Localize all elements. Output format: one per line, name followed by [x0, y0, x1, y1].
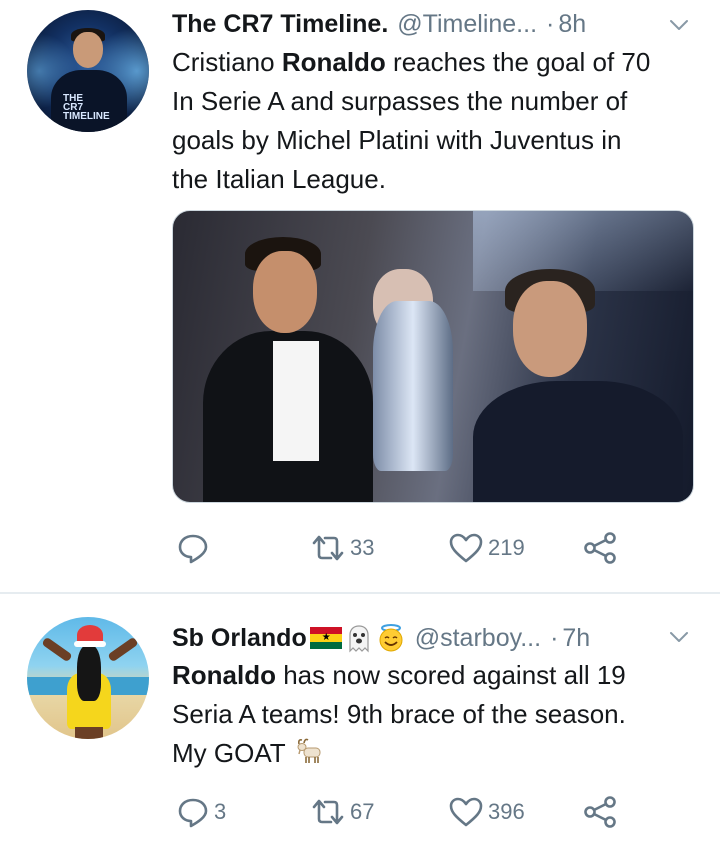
like-count: 219: [488, 535, 525, 560]
retweet-icon: [312, 799, 344, 825]
text-segment: My GOAT: [172, 738, 293, 768]
photo-shirt: [273, 341, 319, 461]
tweet-header: The CR7 Timeline. @Timeline... · 8h: [172, 6, 586, 42]
avatar[interactable]: THE CR7 TIMELINE: [27, 10, 149, 132]
reply-button[interactable]: 3: [176, 792, 226, 832]
ghost-emoji-icon: [349, 625, 369, 653]
author-handle[interactable]: @Timeline...: [397, 10, 537, 39]
tweet-text-line: the Italian League.: [172, 164, 386, 194]
trophy-shape: [373, 301, 453, 471]
like-button[interactable]: 396: [448, 792, 525, 832]
tweet-header: Sb Orlando ★ @starboy... · 7h: [172, 620, 590, 656]
ghana-flag-icon: ★: [309, 627, 342, 649]
retweet-icon: [312, 535, 344, 561]
retweet-count: 33: [350, 535, 375, 560]
share-icon: [584, 796, 616, 828]
timestamp[interactable]: 7h: [562, 624, 590, 653]
avatar-logo-text: THE CR7 TIMELINE: [63, 94, 110, 122]
like-count: 396: [488, 799, 525, 824]
tweet-text-line: In Serie A and surpasses the number of: [172, 86, 628, 116]
text-segment: has now scored against all 19: [276, 660, 626, 690]
bold-keyword: Ronaldo: [172, 660, 276, 690]
author-name[interactable]: The CR7 Timeline.: [172, 10, 388, 39]
heart-icon: [449, 797, 483, 827]
tweet-text-line: goals by Michel Platini with Juventus in: [172, 125, 622, 155]
tweet-actions: 3 67 396: [172, 792, 632, 832]
tweet-text-line: Seria A teams! 9th brace of the season.: [172, 699, 626, 729]
avatar[interactable]: [27, 617, 149, 739]
photo-face: [513, 281, 587, 377]
avatar-arm: [107, 636, 139, 663]
reply-button[interactable]: [176, 528, 214, 568]
tweet[interactable]: Sb Orlando ★ @starboy... · 7h Ronaldo ha…: [0, 596, 720, 856]
reply-icon: [178, 798, 208, 828]
timestamp[interactable]: 8h: [558, 10, 586, 39]
avatar-logo-line: TIMELINE: [63, 111, 110, 122]
tweet[interactable]: THE CR7 TIMELINE The CR7 Timeline. @Time…: [0, 0, 720, 594]
text-segment: Cristiano: [172, 47, 282, 77]
tweet-text-line: Cristiano Ronaldo reaches the goal of 70: [172, 43, 692, 82]
tweet-actions: 33 219: [172, 528, 632, 568]
reply-count: 3: [214, 799, 227, 824]
author-handle[interactable]: @starboy...: [415, 624, 541, 653]
avatar-arm: [41, 636, 73, 663]
separator-dot: ·: [546, 9, 555, 38]
heart-icon: [449, 533, 483, 563]
photo-face: [253, 251, 317, 333]
share-button[interactable]: [582, 792, 618, 832]
like-button[interactable]: 219: [448, 528, 525, 568]
text-segment: reaches the goal of 70: [385, 47, 651, 77]
avatar-head: [73, 32, 103, 68]
avatar-hair: [77, 645, 101, 701]
avatar-hat-brim: [74, 641, 106, 647]
retweet-button[interactable]: 67: [310, 792, 374, 832]
chevron-down-icon[interactable]: [668, 626, 690, 648]
retweet-button[interactable]: 33: [310, 528, 374, 568]
avatar-legs: [75, 727, 103, 739]
share-icon: [584, 532, 616, 564]
tweet-text-line: My GOAT: [172, 734, 692, 773]
tweet-photo[interactable]: [172, 210, 694, 503]
goat-emoji-icon: [297, 738, 321, 763]
tweet-text: Ronaldo has now scored against all 19 Se…: [172, 656, 692, 773]
smiling-angel-emoji-icon: [379, 624, 403, 652]
chevron-down-icon[interactable]: [668, 14, 690, 36]
bold-keyword: Ronaldo: [281, 47, 386, 77]
photo-person-suit: [473, 381, 683, 502]
reply-icon: [178, 534, 208, 564]
share-button[interactable]: [582, 528, 618, 568]
tweet-text-line: Ronaldo has now scored against all 19: [172, 656, 692, 695]
retweet-count: 67: [350, 799, 375, 824]
separator-dot: ·: [550, 623, 559, 652]
author-name[interactable]: Sb Orlando: [172, 624, 307, 653]
tweet-text: Cristiano Ronaldo reaches the goal of 70…: [172, 43, 692, 199]
